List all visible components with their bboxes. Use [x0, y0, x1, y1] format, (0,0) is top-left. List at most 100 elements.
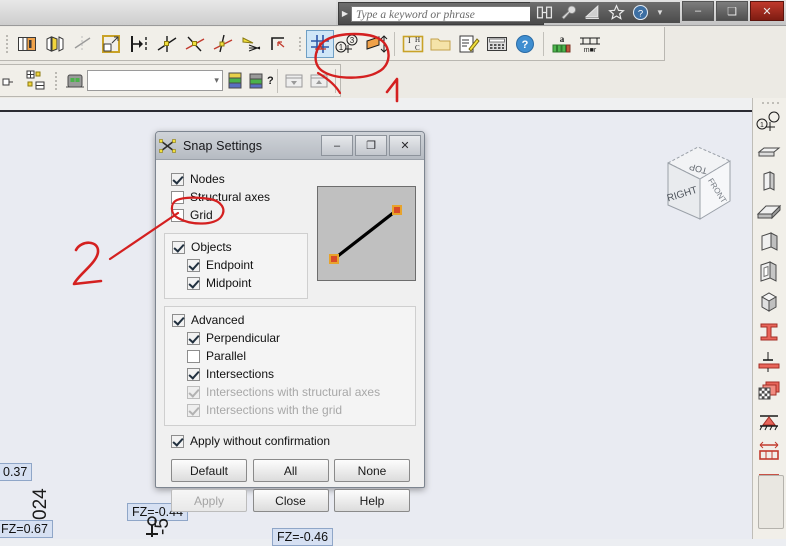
checkbox-intersections[interactable]: Intersections	[172, 366, 415, 383]
corner-snap-icon[interactable]	[265, 30, 293, 58]
open-folder-icon[interactable]	[427, 30, 455, 58]
box-member-icon[interactable]	[753, 287, 785, 317]
checkbox-intersections-structural-axes: Intersections with structural axes	[172, 384, 415, 401]
snap-settings-icon[interactable]	[306, 29, 334, 58]
quick-search-input[interactable]: Type a keyword or phrase	[351, 5, 541, 22]
close-button[interactable]: Close	[252, 489, 329, 512]
default-button[interactable]: Default	[171, 459, 247, 482]
member-release-icon[interactable]	[753, 347, 785, 377]
structure-tree-icon[interactable]	[0, 67, 24, 95]
checkbox-perpendicular[interactable]: Perpendicular	[172, 330, 415, 347]
checkbox-structural-axes-box[interactable]	[171, 191, 184, 204]
opening-member-icon[interactable]	[753, 257, 785, 287]
plate-member-icon[interactable]	[753, 197, 785, 227]
label-display-icon[interactable]: I H C	[399, 30, 427, 58]
numbering-circle-icon[interactable]: 1	[753, 107, 785, 137]
dialog-minimize-button[interactable]: –	[321, 135, 353, 156]
numbering-icon[interactable]: 1 3	[334, 30, 362, 58]
support-symbol-1	[146, 516, 158, 537]
load-case-help-icon[interactable]: ?	[247, 67, 273, 95]
line-load-icon[interactable]	[753, 437, 785, 467]
binoculars-icon[interactable]	[536, 4, 553, 21]
chevron-down-icon[interactable]: ▾	[214, 75, 219, 86]
table-down-icon[interactable]	[282, 67, 306, 95]
dropdown-arrow-icon[interactable]: ▼	[656, 8, 664, 17]
checkbox-endpoint-box[interactable]	[187, 259, 200, 272]
grid-view-icon[interactable]	[24, 67, 50, 95]
object-snap-icon[interactable]	[209, 30, 237, 58]
checkbox-parallel-box[interactable]	[187, 350, 200, 363]
checkbox-midpoint[interactable]: Midpoint	[172, 275, 307, 292]
load-case-grip[interactable]	[53, 69, 59, 93]
load-case-combo[interactable]: ▾	[86, 70, 223, 91]
checkbox-advanced[interactable]: Advanced	[172, 312, 415, 329]
checkbox-apply-without-confirmation-box[interactable]	[171, 435, 184, 448]
checkbox-midpoint-label: Midpoint	[206, 276, 252, 290]
node-snap-icon[interactable]	[153, 30, 181, 58]
window-title-bar: ▶ Type a keyword or phrase ? ▼ – ❑ ✕	[0, 0, 786, 26]
toolbar-separator	[394, 31, 395, 56]
right-toolbar-grip[interactable]	[753, 98, 786, 107]
checkbox-midpoint-box[interactable]	[187, 277, 200, 290]
svg-text:m■r: m■r	[584, 47, 597, 54]
star-icon[interactable]	[608, 4, 625, 21]
svg-text:?: ?	[267, 75, 273, 87]
window-close-button[interactable]: ✕	[750, 1, 784, 21]
table-units-icon[interactable]: m■r	[576, 30, 604, 58]
checkbox-advanced-box[interactable]	[172, 314, 185, 327]
table-up-icon[interactable]	[307, 67, 331, 95]
edit-report-icon[interactable]	[455, 30, 483, 58]
help-button[interactable]: Help	[334, 489, 410, 512]
checkbox-grid[interactable]: Grid	[171, 207, 308, 224]
printer-icon[interactable]	[584, 4, 601, 21]
wrench-icon[interactable]	[560, 4, 577, 21]
dialog-maximize-button[interactable]: ❐	[355, 135, 387, 156]
vertical-scrollbar-thumb[interactable]	[758, 475, 784, 529]
snap-settings-group-grip[interactable]	[296, 32, 303, 56]
help-icon[interactable]: ?	[632, 4, 649, 21]
surface-load-icon[interactable]	[753, 377, 785, 407]
checkbox-grid-box[interactable]	[171, 209, 184, 222]
view-cube[interactable]: TOP RIGHT FRONT	[650, 135, 742, 233]
support-icon[interactable]	[753, 407, 785, 437]
checkbox-apply-without-confirmation[interactable]: Apply without confirmation	[164, 433, 416, 450]
checkbox-perpendicular-box[interactable]	[187, 332, 200, 345]
i-section-icon[interactable]	[753, 317, 785, 347]
wall-panel-icon[interactable]	[41, 30, 69, 58]
layer-display-icon[interactable]	[13, 30, 41, 58]
checkbox-nodes-box[interactable]	[171, 173, 184, 186]
quick-search-expand-icon[interactable]: ▶	[339, 4, 351, 23]
none-button[interactable]: None	[334, 459, 410, 482]
mesh-snap-icon[interactable]	[237, 30, 265, 58]
checkbox-nodes[interactable]: Nodes	[171, 171, 308, 188]
wall-member-icon[interactable]	[753, 167, 785, 197]
checkbox-objects-box[interactable]	[172, 241, 185, 254]
snap-off-icon[interactable]	[69, 30, 97, 58]
checkbox-intersections-box[interactable]	[187, 368, 200, 381]
selection-box-icon[interactable]	[97, 30, 125, 58]
checkbox-nodes-label: Nodes	[190, 172, 225, 186]
snap-settings-dialog[interactable]: Snap Settings – ❐ ✕ Nodes Structural axe…	[155, 131, 425, 512]
units-a-icon[interactable]: a	[548, 30, 576, 58]
help-circle-icon[interactable]: ?	[511, 30, 539, 58]
window-minimize-button[interactable]: –	[682, 1, 714, 21]
load-case-icon[interactable]	[63, 67, 87, 95]
slab-member-icon[interactable]	[753, 137, 785, 167]
checkbox-objects[interactable]: Objects	[172, 239, 307, 256]
solid-member-icon[interactable]	[753, 227, 785, 257]
dialog-title-bar[interactable]: Snap Settings – ❐ ✕	[156, 132, 424, 160]
window-maximize-button[interactable]: ❑	[716, 1, 748, 21]
all-button[interactable]: All	[252, 459, 329, 482]
checkbox-endpoint-label: Endpoint	[206, 258, 254, 272]
axes-snap-icon[interactable]	[181, 30, 209, 58]
section-cut-icon[interactable]	[362, 30, 390, 58]
align-right-icon[interactable]	[125, 30, 153, 58]
calculator-icon[interactable]	[483, 30, 511, 58]
checkbox-structural-axes[interactable]: Structural axes	[171, 189, 308, 206]
svg-text:I: I	[408, 36, 411, 45]
toolbar-grip[interactable]	[3, 32, 10, 56]
load-case-add-icon[interactable]	[223, 67, 247, 95]
checkbox-parallel[interactable]: Parallel	[172, 348, 415, 365]
dialog-close-button[interactable]: ✕	[389, 135, 421, 156]
checkbox-endpoint[interactable]: Endpoint	[172, 257, 307, 274]
